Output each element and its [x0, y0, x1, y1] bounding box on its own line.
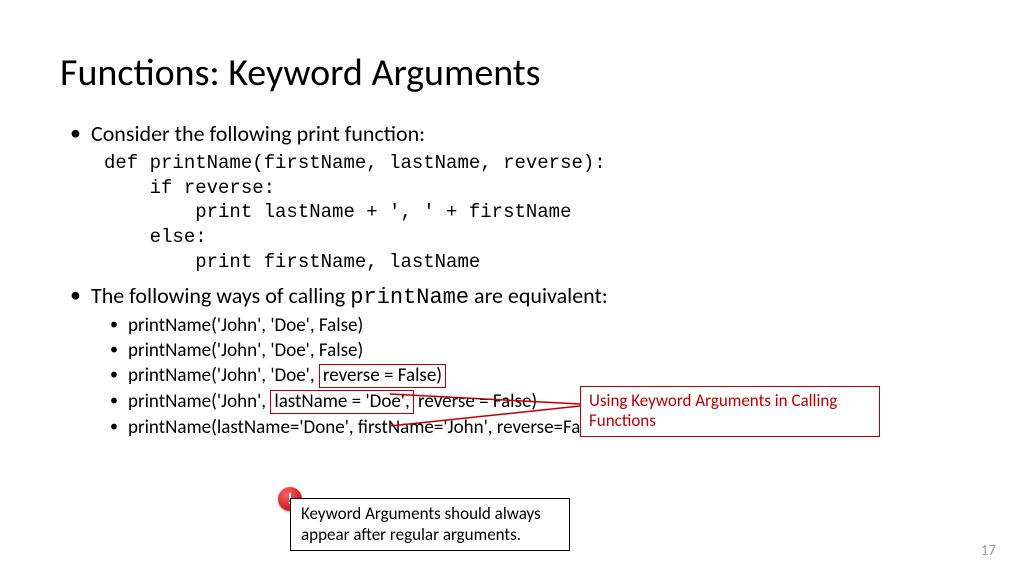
slide: Functions: Keyword Arguments • Consider … [0, 0, 1024, 576]
call-post: reverse = False) [414, 390, 537, 413]
bullet-dot: • [110, 390, 118, 414]
bullet-dot: • [110, 364, 118, 388]
call-example-3: • printName('John', 'Doe', reverse = Fal… [110, 364, 964, 388]
call-example-1: • printName('John', 'Doe', False) [110, 314, 964, 337]
slide-title: Functions: Keyword Arguments [60, 50, 964, 96]
bullet-dot: • [70, 120, 81, 147]
bullet-dot: • [110, 339, 118, 362]
highlight-reverse-false: reverse = False) [319, 364, 446, 388]
call-text: printName('John', lastName = 'Doe', reve… [128, 390, 537, 414]
call-text: printName(lastName='Done', firstName='Jo… [128, 416, 607, 439]
call-pre: printName('John', 'Doe', [128, 364, 319, 387]
bullet-consider: • Consider the following print function: [70, 120, 964, 147]
highlight-lastname-doe: lastName = 'Doe', [270, 390, 413, 414]
page-number: 17 [981, 542, 996, 560]
code-inline-printname: printName [350, 285, 469, 310]
text-pre: The following ways of calling [91, 282, 350, 309]
bullet-dot: • [70, 282, 81, 310]
bullet-dot: • [110, 314, 118, 337]
call-pre: printName('John', [128, 390, 270, 413]
callout-keyword-args: Using Keyword Arguments in Calling Funct… [580, 386, 880, 437]
code-block-def: def printName(firstName, lastName, rever… [104, 151, 964, 274]
call-text: printName('John', 'Doe', reverse = False… [128, 364, 446, 388]
call-text: printName('John', 'Doe', False) [128, 339, 363, 362]
bullet-equivalent: • The following ways of calling printNam… [70, 282, 964, 310]
call-text: printName('John', 'Doe', False) [128, 314, 363, 337]
text-post: are equivalent: [469, 282, 608, 309]
call-example-2: • printName('John', 'Doe', False) [110, 339, 964, 362]
note-keyword-order: Keyword Arguments should always appear a… [290, 498, 570, 551]
bullet-dot: • [110, 416, 118, 439]
bullet-text: The following ways of calling printName … [91, 282, 608, 310]
bullet-text: Consider the following print function: [91, 120, 425, 147]
